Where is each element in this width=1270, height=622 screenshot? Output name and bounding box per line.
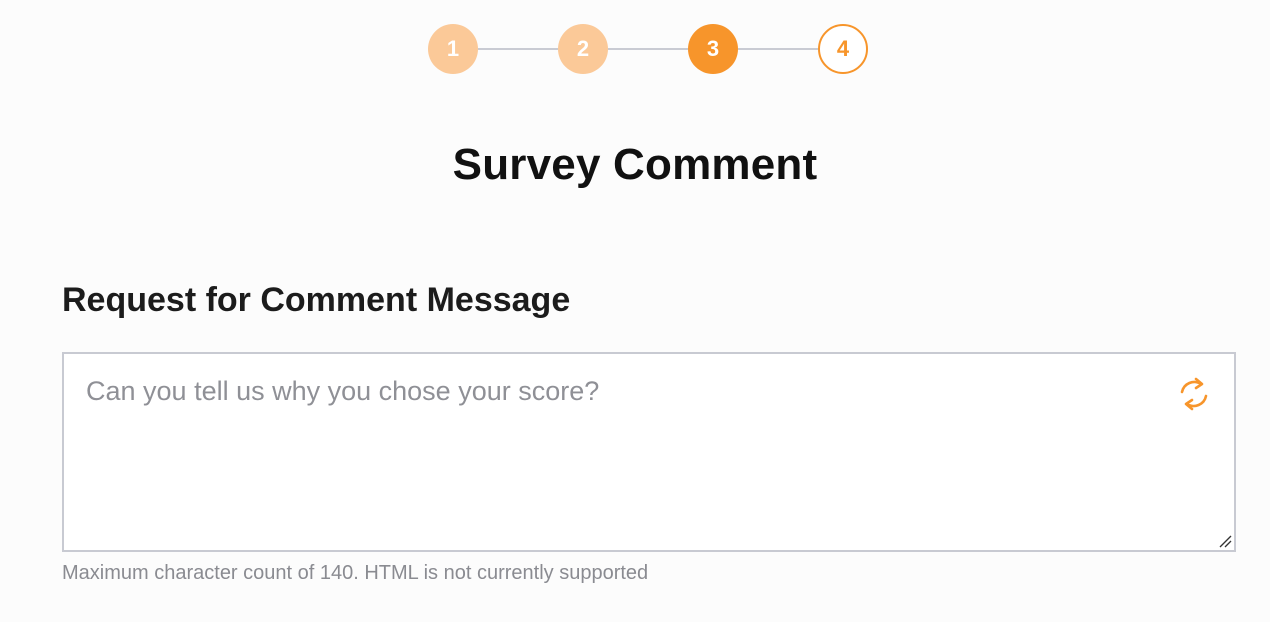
stepper-connector <box>738 48 818 50</box>
resize-handle-icon[interactable] <box>1218 534 1232 548</box>
step-1[interactable]: 1 <box>428 24 478 74</box>
character-limit-hint: Maximum character count of 140. HTML is … <box>62 562 649 584</box>
stepper-connector <box>608 48 688 50</box>
comment-message-input[interactable] <box>64 354 1234 550</box>
step-3[interactable]: 3 <box>688 24 738 74</box>
stepper-connector <box>478 48 558 50</box>
step-4[interactable]: 4 <box>818 24 868 74</box>
refresh-icon[interactable] <box>1172 372 1216 416</box>
progress-stepper: 1 2 3 4 <box>428 24 868 74</box>
comment-message-field <box>62 352 1236 552</box>
step-2[interactable]: 2 <box>558 24 608 74</box>
comment-message-label: Request for Comment Message <box>62 281 571 319</box>
page-title: Survey Comment <box>452 140 818 189</box>
